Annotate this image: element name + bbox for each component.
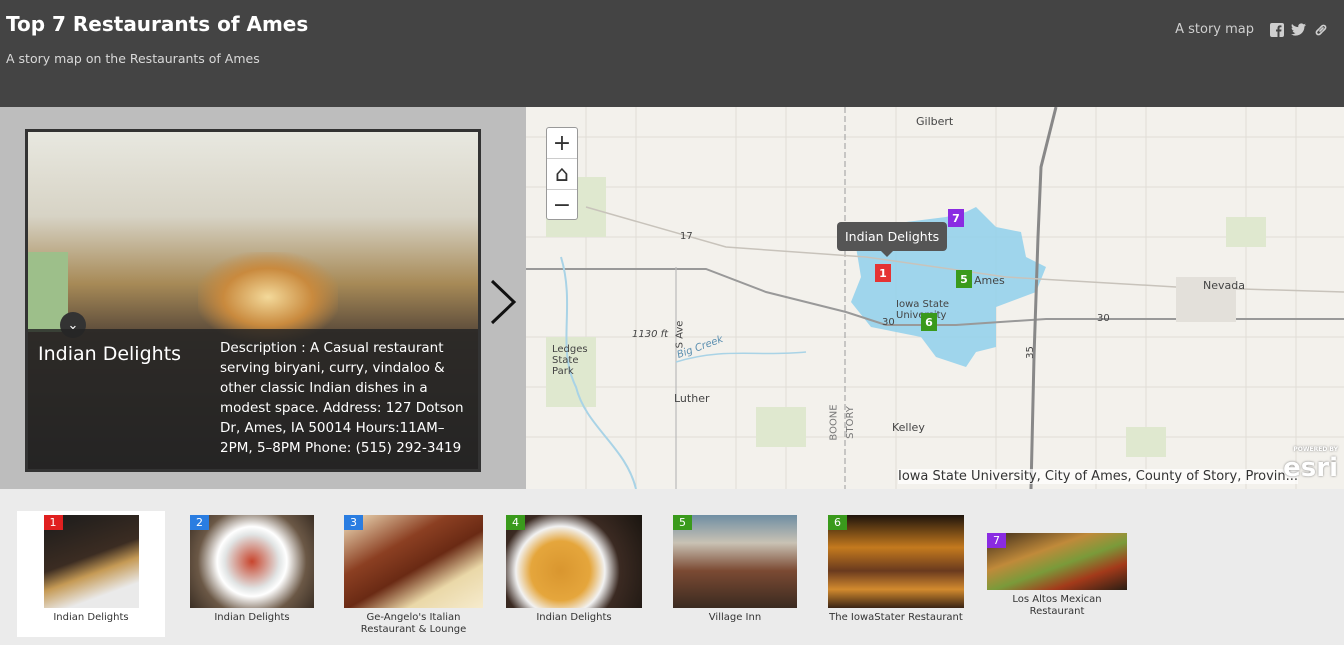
carousel-item-5[interactable]: 5 Village Inn xyxy=(673,515,797,624)
esri-logo: POWERED BY esri xyxy=(1283,446,1338,483)
map-tooltip: Indian Delights xyxy=(837,222,948,257)
carousel-thumb-2: 2 xyxy=(190,515,314,608)
carousel-num-4: 4 xyxy=(506,515,525,530)
map-label-gilbert: Gilbert xyxy=(916,115,954,128)
map-label-nevada: Nevada xyxy=(1203,279,1245,292)
zoom-control: + ⌂ − xyxy=(546,127,578,220)
carousel-label-7: Los Altos Mexican Restaurant xyxy=(1012,594,1102,617)
map-pin-7[interactable]: 7 xyxy=(948,209,964,227)
map-label-ames: Ames xyxy=(974,274,1005,287)
map-view[interactable]: + ⌂ − Gilbert Nevada Iowa State Universi… xyxy=(526,107,1344,489)
feature-title: Indian Delights xyxy=(38,343,182,365)
carousel-num-3: 3 xyxy=(344,515,363,530)
twitter-icon[interactable] xyxy=(1291,22,1306,37)
carousel-item-2[interactable]: 2 Indian Delights xyxy=(190,515,314,624)
feature-caption: Indian Delights Description : A Casual r… xyxy=(28,329,478,469)
facebook-icon[interactable] xyxy=(1269,22,1284,37)
map-label-ledges: Ledges State Park xyxy=(552,344,588,377)
zoom-out-button[interactable]: − xyxy=(547,190,577,221)
carousel-label-2: Indian Delights xyxy=(214,612,290,623)
map-attribution: Iowa State University, City of Ames, Cou… xyxy=(898,469,1299,484)
feature-description: Description : A Casual restaurant servin… xyxy=(220,340,464,456)
map-label-route-35: 35 xyxy=(1024,346,1036,359)
carousel-item-4[interactable]: 4 Indian Delights xyxy=(506,515,642,624)
map-pin-5[interactable]: 5 xyxy=(956,270,972,288)
map-label-s-ave: S Ave xyxy=(674,320,686,349)
carousel-num-1: 1 xyxy=(43,515,63,530)
map-label-route-17: 17 xyxy=(680,231,693,242)
map-pin-1[interactable]: 1 xyxy=(875,264,891,282)
carousel-label-6: The IowaStater Restaurant xyxy=(829,612,963,623)
map-label-route-30a: 30 xyxy=(882,317,895,328)
carousel-thumb-5: 5 xyxy=(673,515,797,608)
carousel-item-7[interactable]: 7 Los Altos Mexican Restaurant xyxy=(987,533,1127,618)
carousel-thumb-6: 6 xyxy=(828,515,964,608)
map-label-boone: BOONE xyxy=(828,404,840,441)
carousel-num-5: 5 xyxy=(673,515,692,530)
map-pin-6[interactable]: 6 xyxy=(921,313,937,331)
map-label-luther: Luther xyxy=(674,392,710,405)
feature-panel: ⌄ Indian Delights Description : A Casual… xyxy=(0,107,526,489)
carousel-thumb-1: 1 xyxy=(43,515,139,608)
zoom-in-button[interactable]: + xyxy=(547,128,577,159)
story-carousel: 1 Indian Delights 2 Indian Delights 3 Ge… xyxy=(0,489,1344,645)
carousel-num-7: 7 xyxy=(987,533,1006,548)
carousel-thumb-7: 7 xyxy=(987,533,1127,590)
home-button[interactable]: ⌂ xyxy=(547,159,577,190)
carousel-label-5: Village Inn xyxy=(708,612,762,623)
carousel-thumb-4: 4 xyxy=(506,515,642,608)
carousel-label-4: Indian Delights xyxy=(536,612,612,623)
carousel-item-3[interactable]: 3 Ge-Angelo's Italian Restaurant & Loung… xyxy=(344,515,483,636)
carousel-label-3: Ge-Angelo's Italian Restaurant & Lounge xyxy=(360,612,467,635)
carousel-num-6: 6 xyxy=(828,515,847,530)
story-map-link[interactable]: A story map xyxy=(1175,22,1254,37)
next-arrow-icon[interactable] xyxy=(486,277,520,327)
basemap xyxy=(526,107,1344,489)
map-label-route-30b: 30 xyxy=(1097,313,1110,324)
map-label-elevation: 1130 ft xyxy=(632,329,669,340)
map-label-story: STORY xyxy=(844,406,856,439)
carousel-thumb-3: 3 xyxy=(344,515,483,608)
map-label-kelley: Kelley xyxy=(892,421,925,434)
header-share: A story map xyxy=(1175,22,1328,37)
link-icon[interactable] xyxy=(1313,22,1328,37)
carousel-item-1[interactable]: 1 Indian Delights xyxy=(17,511,165,637)
header-bar: Top 7 Restaurants of Ames A story map on… xyxy=(0,0,1344,107)
feature-photo: ⌄ Indian Delights Description : A Casual… xyxy=(25,129,481,472)
carousel-label-1: Indian Delights xyxy=(53,612,129,623)
carousel-num-2: 2 xyxy=(190,515,209,530)
page-title: Top 7 Restaurants of Ames xyxy=(6,12,309,36)
carousel-item-6[interactable]: 6 The IowaStater Restaurant xyxy=(828,515,964,624)
page-subtitle: A story map on the Restaurants of Ames xyxy=(6,51,260,66)
